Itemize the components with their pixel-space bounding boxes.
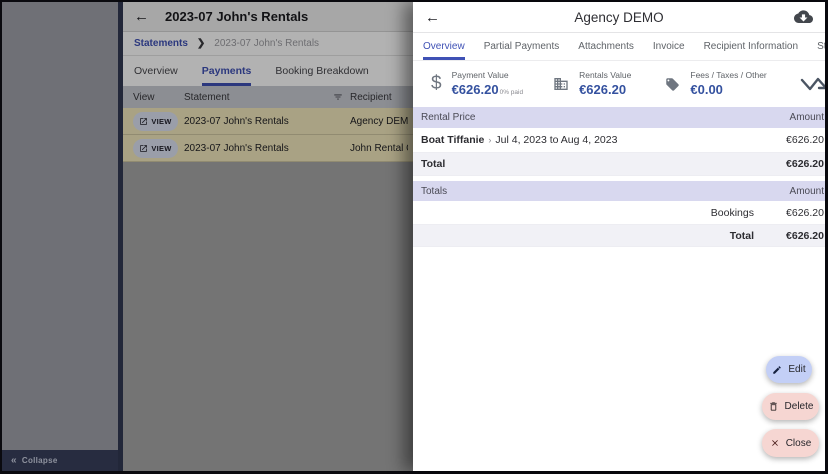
drawer-title: Agency DEMO [413, 10, 825, 25]
bookings-label: Bookings [711, 207, 754, 219]
total-amount: €626.20 [754, 158, 824, 170]
pencil-icon [772, 365, 782, 375]
drawer-tab-attachments[interactable]: Attachments [578, 33, 634, 60]
drawer-tab-recipient-information[interactable]: Recipient Information [704, 33, 799, 60]
bookings-row: Bookings €626.20 [413, 201, 825, 225]
stat-value: €626.20 [452, 82, 499, 97]
header-amount: Amount [790, 112, 824, 123]
stat-rentals-value: Rentals Value €626.20 [553, 70, 631, 99]
totals-table-header: Totals Amount [413, 181, 825, 201]
drawer-tab-invoice[interactable]: Invoice [653, 33, 685, 60]
close-button[interactable]: Close [762, 429, 819, 457]
drawer-scrim[interactable] [2, 2, 413, 471]
total-label: Total [421, 158, 445, 170]
building-icon [553, 76, 569, 92]
tag-icon [665, 77, 680, 92]
totals-total-row: Total €626.20 [413, 225, 825, 247]
bookings-amount: €626.20 [754, 207, 824, 219]
dollar-icon: $ [431, 73, 442, 95]
cloud-download-icon[interactable] [794, 10, 813, 25]
delete-button-label: Delete [785, 401, 814, 412]
payment-detail-drawer: ← Agency DEMO Overview Partial Payments … [413, 2, 825, 471]
close-icon [770, 438, 780, 448]
chevron-right-icon: › [488, 135, 491, 145]
stat-payment-value: $ Payment Value €626.200% paid [431, 70, 523, 99]
booking-row[interactable]: Boat Tiffanie › Jul 4, 2023 to Aug 4, 20… [413, 128, 825, 153]
rental-price-table-header: Rental Price Amount [413, 107, 825, 128]
edit-button[interactable]: Edit [766, 356, 812, 383]
header-totals: Totals [421, 186, 447, 197]
payment-stats-row: $ Payment Value €626.200% paid Rentals V… [413, 61, 825, 107]
drawer-tab-strategy[interactable]: Strategy [817, 33, 825, 60]
total-label: Total [730, 230, 754, 242]
trend-zigzag-icon [800, 76, 825, 99]
stat-value: €0.00 [690, 82, 723, 97]
header-amount: Amount [790, 186, 824, 197]
stat-value: €626.20 [579, 82, 626, 97]
header-rental-price: Rental Price [421, 112, 475, 123]
drawer-tab-partial-payments[interactable]: Partial Payments [484, 33, 560, 60]
edit-button-label: Edit [788, 364, 805, 375]
stat-label: Fees / Taxes / Other [690, 70, 766, 80]
drawer-header: ← Agency DEMO [413, 2, 825, 33]
stat-label: Rentals Value [579, 70, 631, 80]
stat-suffix: 0% paid [500, 89, 524, 96]
booking-dates: Jul 4, 2023 to Aug 4, 2023 [495, 134, 617, 146]
delete-button[interactable]: Delete [762, 393, 819, 420]
stat-fees-taxes-other: Fees / Taxes / Other €0.00 [665, 70, 766, 99]
trash-icon [768, 401, 779, 412]
drawer-tab-bar: Overview Partial Payments Attachments In… [413, 33, 825, 61]
drawer-tab-overview[interactable]: Overview [423, 33, 465, 60]
total-amount: €626.20 [754, 230, 824, 242]
rental-total-row: Total €626.20 [413, 153, 825, 176]
stat-label: Payment Value [452, 70, 524, 80]
booking-amount: €626.20 [754, 134, 824, 146]
close-button-label: Close [786, 438, 812, 449]
boat-name: Boat Tiffanie [421, 134, 484, 146]
